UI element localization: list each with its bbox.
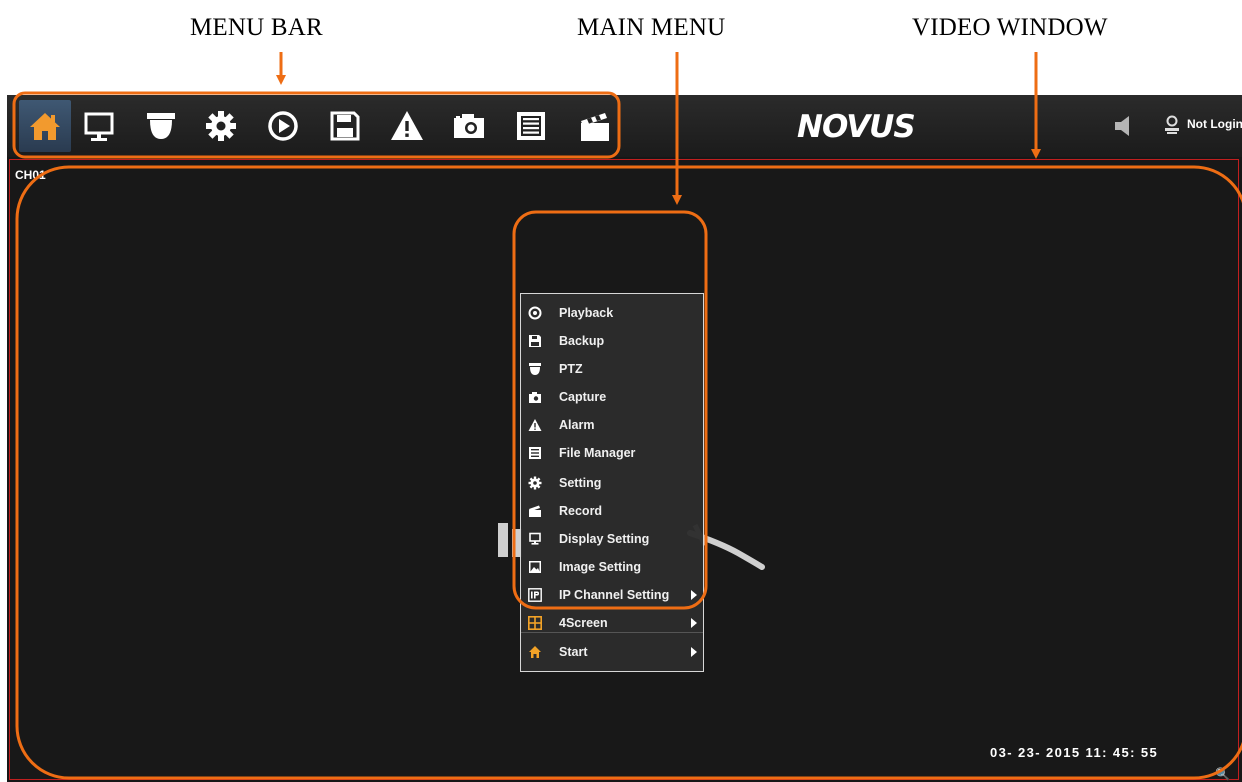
file-manager-button[interactable] [505, 100, 557, 152]
menu-item-label: Image Setting [559, 560, 641, 574]
playback-button[interactable] [257, 100, 309, 152]
ip-icon [528, 588, 542, 602]
menu-item-ip-channel-setting[interactable]: IP Channel Setting [521, 583, 703, 607]
gear-icon [206, 111, 236, 141]
playback-icon [268, 111, 298, 141]
ptz-camera-icon [529, 363, 541, 375]
grid-icon [528, 616, 542, 630]
menu-item-ptz[interactable]: PTZ [521, 357, 703, 381]
menu-item-setting[interactable]: Setting [521, 471, 703, 495]
zoom-icon[interactable]: 🔍 [1215, 767, 1230, 781]
video-window-callout: VIDEO WINDOW [912, 14, 1108, 41]
menu-item-label: Capture [559, 390, 607, 404]
gear-icon [528, 476, 542, 490]
menu-item-label: IP Channel Setting [559, 588, 670, 602]
menu-item-image-setting[interactable]: Image Setting [521, 555, 703, 579]
menu-item-label: Display Setting [559, 532, 650, 546]
setting-button[interactable] [195, 100, 247, 152]
submenu-arrow-icon [691, 647, 697, 657]
file-manager-icon [517, 112, 545, 140]
dvr-screen: NOVUS Not Login CH01 03- 23- 2015 11: 45… [7, 95, 1242, 782]
monitor-icon [84, 112, 114, 141]
submenu-arrow-icon [691, 590, 697, 600]
menu-bar: NOVUS Not Login [7, 95, 1242, 157]
image-icon [529, 561, 541, 573]
menu-divider [521, 632, 703, 633]
menu-item-label: Start [559, 645, 588, 659]
submenu-arrow-icon [691, 618, 697, 628]
home-button[interactable] [19, 100, 71, 152]
menu-item-file-manager[interactable]: File Manager [521, 441, 703, 465]
menu-item-label: Backup [559, 334, 605, 348]
home-icon [529, 646, 541, 658]
display-button[interactable] [73, 100, 125, 152]
capture-button[interactable] [443, 100, 495, 152]
channel-label: CH01 [15, 168, 46, 182]
menu-item-label: Playback [559, 306, 614, 320]
alarm-icon [391, 111, 423, 140]
home-icon [30, 113, 60, 140]
menu-item-alarm[interactable]: Alarm [521, 413, 703, 437]
menu-bar-callout: MENU BAR [190, 14, 323, 41]
video-window[interactable]: CH01 03- 23- 2015 11: 45: 55 🔍 Playback [9, 159, 1239, 781]
novus-logo: NOVUS [797, 109, 916, 145]
main-menu-callout: MAIN MENU [577, 14, 726, 41]
login-status[interactable]: Not Login [1187, 117, 1242, 131]
ptz-button[interactable] [135, 100, 187, 152]
save-icon [529, 335, 541, 347]
record-button[interactable] [569, 100, 621, 152]
menu-item-label: PTZ [559, 362, 583, 376]
monitor-icon [529, 532, 541, 545]
menu-item-display-setting[interactable]: Display Setting [521, 527, 703, 551]
camera-icon [454, 114, 484, 138]
camera-icon [529, 392, 541, 403]
main-context-menu: Playback Backup PTZ Capture Alarm File M… [520, 293, 704, 672]
save-icon [330, 111, 360, 141]
menu-item-label: 4Screen [559, 616, 608, 630]
clapperboard-icon [581, 113, 609, 141]
playback-icon [528, 306, 542, 320]
alarm-icon [528, 419, 542, 431]
alarm-button[interactable] [381, 100, 433, 152]
date-time-display: 03- 23- 2015 11: 45: 55 [990, 745, 1159, 760]
menu-item-capture[interactable]: Capture [521, 385, 703, 409]
menu-item-start[interactable]: Start [521, 640, 703, 664]
menu-item-label: Record [559, 504, 603, 518]
menu-item-label: Setting [559, 476, 602, 490]
menu-item-playback[interactable]: Playback [521, 301, 703, 325]
ptz-camera-icon [147, 113, 175, 139]
speaker-icon[interactable] [1113, 115, 1137, 137]
file-manager-icon [529, 447, 541, 459]
menu-item-label: File Manager [559, 446, 636, 460]
menu-item-label: Alarm [559, 418, 595, 432]
user-icon[interactable] [1164, 115, 1180, 135]
clapperboard-icon [529, 505, 541, 517]
menu-item-record[interactable]: Record [521, 499, 703, 523]
backup-button[interactable] [319, 100, 371, 152]
menu-item-backup[interactable]: Backup [521, 329, 703, 353]
